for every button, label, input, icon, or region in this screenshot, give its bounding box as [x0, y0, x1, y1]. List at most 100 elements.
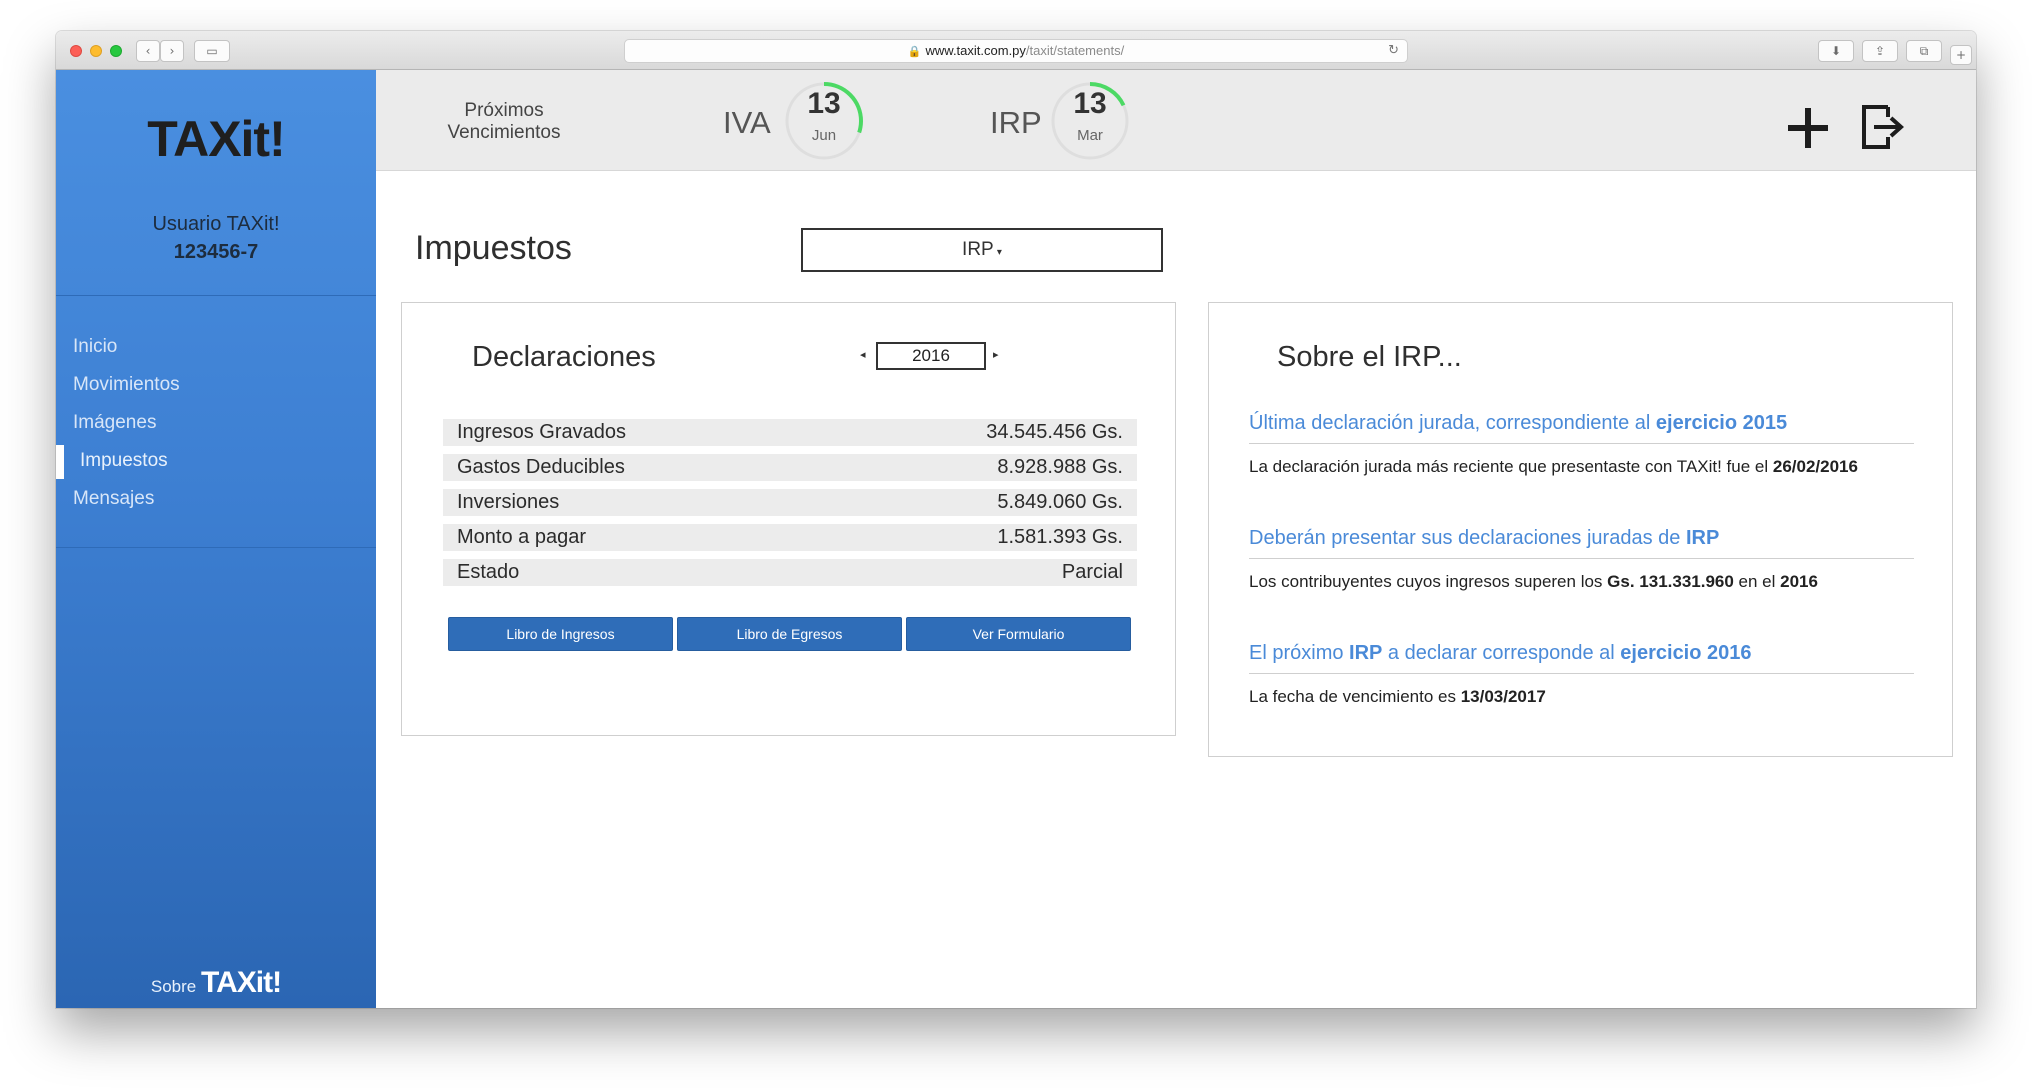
info-text-bold: 26/02/2016 [1772, 457, 1858, 476]
sidebar-item-imagenes[interactable]: Imágenes [56, 404, 376, 442]
tabs-icon[interactable]: ⧉ [1906, 40, 1942, 62]
tax-type-dropdown[interactable]: IRP ▾ [801, 228, 1163, 272]
caret-down-icon: ▾ [993, 247, 1002, 258]
info-title-bold: IRP [1349, 642, 1383, 664]
about-irp-card: Sobre el IRP... Última declaración jurad… [1208, 302, 1953, 757]
about-irp-title: Sobre el IRP... [1277, 341, 1462, 373]
zoom-window-button[interactable] [110, 45, 122, 57]
sidebar-item-movimientos[interactable]: Movimientos [56, 366, 376, 404]
declarations-actions: Libro de Ingresos Libro de Egresos Ver F… [448, 617, 1132, 651]
declarations-table: Ingresos Gravados 34.545.456 Gs. Gastos … [443, 419, 1137, 594]
about-logo: TAXit! [201, 966, 282, 999]
row-label: Gastos Deducibles [457, 456, 625, 478]
row-value: 1.581.393 Gs. [997, 526, 1123, 548]
about-prefix: Sobre [150, 977, 197, 996]
row-value: 8.928.988 Gs. [997, 456, 1123, 478]
main-content: Impuestos IRP ▾ Declaraciones ◂ 2016 ▸ I… [376, 172, 1976, 1008]
info-title-text: Última declaración jurada, correspondien… [1249, 412, 1656, 434]
info-text-bold: 2016 [1780, 572, 1818, 591]
sidebar-item-mensajes[interactable]: Mensajes [56, 480, 376, 518]
deadline-iva-month: Jun [811, 127, 837, 144]
address-bar[interactable]: 🔒 www.taxit.com.py/taxit/statements/ ↻ [624, 39, 1408, 63]
info-title-text: Deberán presentar sus declaraciones jura… [1249, 527, 1686, 549]
back-icon[interactable]: ‹ [136, 40, 160, 62]
info-item-text: Los contribuyentes cuyos ingresos supere… [1249, 572, 1914, 592]
minimize-window-button[interactable] [90, 45, 102, 57]
info-item-text: La declaración jurada más reciente que p… [1249, 457, 1914, 477]
deadline-irp-day: 13 [1073, 87, 1107, 120]
table-row: Monto a pagar 1.581.393 Gs. [443, 524, 1137, 551]
deadline-iva-tax: IVA [723, 105, 771, 140]
reload-icon[interactable]: ↻ [1388, 40, 1399, 62]
deadline-irp-ring[interactable]: 13 Mar [1050, 81, 1130, 161]
sidebar-toggle-icon[interactable]: ▭ [194, 40, 230, 62]
sidebar-nav: Inicio Movimientos Imágenes Impuestos Me… [56, 328, 376, 518]
sidebar: TAXit! Usuario TAXit! 123456-7 Inicio Mo… [56, 70, 376, 1008]
download-icon[interactable]: ⬇ [1818, 40, 1854, 62]
deadline-irp-tax: IRP [990, 105, 1042, 140]
sidebar-item-inicio[interactable]: Inicio [56, 328, 376, 366]
row-label: Ingresos Gravados [457, 421, 626, 443]
page-title: Impuestos [415, 229, 572, 267]
row-label: Monto a pagar [457, 526, 586, 548]
info-text: en el [1733, 572, 1781, 591]
declarations-card: Declaraciones ◂ 2016 ▸ Ingresos Gravados… [401, 302, 1176, 736]
deadline-irp-month: Mar [1077, 127, 1103, 144]
lock-icon: 🔒 [907, 46, 922, 58]
deadlines-label: Próximos Vencimientos [444, 100, 564, 144]
info-item-title[interactable]: Deberán presentar sus declaraciones jura… [1249, 527, 1914, 559]
browser-window: ‹ › ▭ 🔒 www.taxit.com.py/taxit/statements… [56, 31, 1976, 1008]
header-bar: Próximos Vencimientos IVA 13 Jun IRP 13 … [376, 70, 1976, 171]
url-path: /taxit/statements/ [1025, 43, 1125, 58]
libro-ingresos-button[interactable]: Libro de Ingresos [448, 617, 673, 651]
share-icon[interactable]: ⇪ [1862, 40, 1898, 62]
url-host: www.taxit.com.py [925, 43, 1026, 58]
deadline-iva-ring[interactable]: 13 Jun [784, 81, 864, 161]
next-year-icon[interactable]: ▸ [993, 348, 999, 361]
forward-icon[interactable]: › [160, 40, 184, 62]
info-title-text: El próximo [1249, 642, 1350, 664]
user-id: 123456-7 [173, 241, 259, 263]
declarations-title: Declaraciones [472, 341, 656, 373]
ver-formulario-button[interactable]: Ver Formulario [906, 617, 1131, 651]
info-item-title[interactable]: Última declaración jurada, correspondien… [1249, 412, 1914, 444]
sidebar-divider [56, 547, 376, 548]
user-name: Usuario TAXit! [152, 213, 280, 235]
tax-type-value: IRP [962, 239, 994, 260]
close-window-button[interactable] [70, 45, 82, 57]
deadlines-label-line1: Próximos [464, 100, 544, 121]
about-link[interactable]: Sobre TAXit! [56, 966, 376, 1000]
info-title-text: a declarar corresponde al [1382, 642, 1621, 664]
row-value: 34.545.456 Gs. [986, 421, 1123, 443]
table-row: Gastos Deducibles 8.928.988 Gs. [443, 454, 1137, 481]
info-text: La declaración jurada más reciente que p… [1249, 457, 1773, 476]
deadline-iva-day: 13 [807, 87, 841, 120]
info-text: La fecha de vencimiento es [1249, 687, 1461, 706]
row-value: 5.849.060 Gs. [997, 491, 1123, 513]
year-value[interactable]: 2016 [876, 342, 986, 370]
user-info: Usuario TAXit! 123456-7 [56, 210, 376, 266]
info-title-bold: ejercicio 2016 [1620, 642, 1752, 664]
info-item-title[interactable]: El próximo IRP a declarar corresponde al… [1249, 642, 1914, 674]
previous-year-icon[interactable]: ◂ [860, 348, 866, 361]
libro-egresos-button[interactable]: Libro de Egresos [677, 617, 902, 651]
table-row: Ingresos Gravados 34.545.456 Gs. [443, 419, 1137, 446]
deadlines-label-line2: Vencimientos [447, 122, 561, 143]
app-logo[interactable]: TAXit! [56, 110, 376, 168]
info-text: Los contribuyentes cuyos ingresos supere… [1249, 572, 1608, 591]
table-row: Inversiones 5.849.060 Gs. [443, 489, 1137, 516]
table-row: Estado Parcial [443, 559, 1137, 586]
exit-icon[interactable] [1860, 103, 1906, 151]
row-label: Inversiones [457, 491, 560, 513]
plus-icon[interactable] [1786, 106, 1830, 150]
info-text-bold: 13/03/2017 [1460, 687, 1546, 706]
row-value: Parcial [1061, 561, 1123, 583]
row-label: Estado [457, 561, 520, 583]
sidebar-divider [56, 295, 376, 296]
info-item-text: La fecha de vencimiento es 13/03/2017 [1249, 687, 1914, 707]
sidebar-item-impuestos[interactable]: Impuestos [56, 442, 376, 480]
info-title-bold: IRP [1685, 527, 1720, 549]
new-tab-icon[interactable]: + [1950, 45, 1972, 65]
info-text-bold: Gs. 131.331.960 [1607, 572, 1734, 591]
info-item: Deberán presentar sus declaraciones jura… [1249, 527, 1914, 592]
